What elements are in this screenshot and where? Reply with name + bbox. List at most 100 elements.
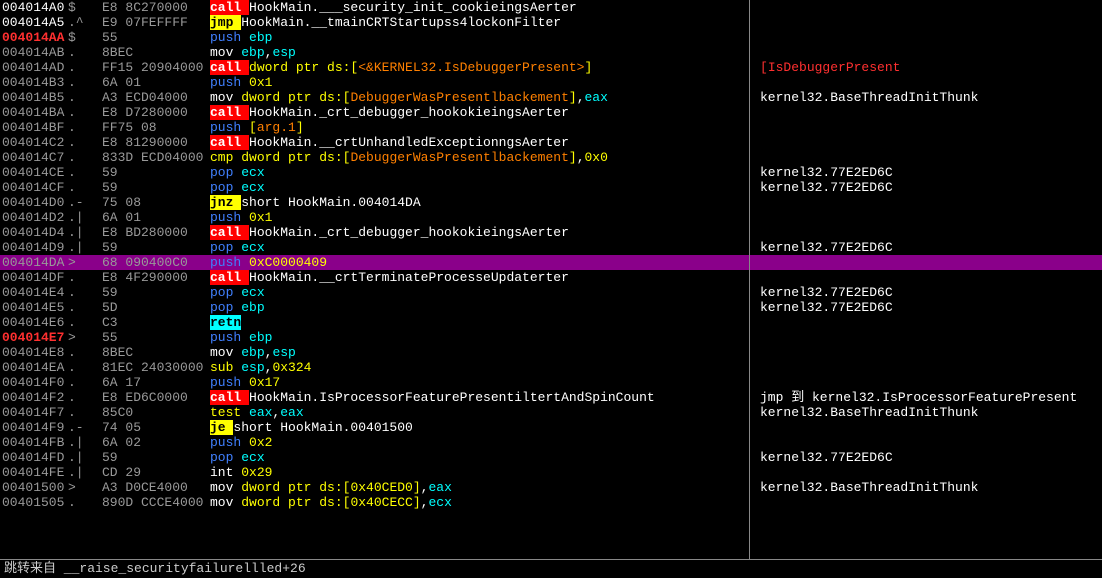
disasm-row[interactable]: 004014FB.| 6A 02push 0x2 [0, 435, 749, 450]
disasm-row[interactable]: 004014FD.| 59pop ecx [0, 450, 749, 465]
disasm-row[interactable]: 004014BA. E8 D7280000call HookMain._crt_… [0, 105, 749, 120]
jump-marker: . [68, 406, 102, 420]
instruction: pop ecx [210, 241, 749, 255]
bytes: 75 08 [102, 196, 210, 210]
bytes: 59 [102, 166, 210, 180]
bytes: A3 ECD04000 [102, 91, 210, 105]
info-cell [750, 375, 1102, 390]
instruction: pop ecx [210, 451, 749, 465]
bytes: 890D CCCE4000 [102, 496, 210, 510]
disasm-row[interactable]: 004014E8. 8BECmov ebp,esp [0, 345, 749, 360]
disasm-row[interactable]: 004014E4. 59pop ecx [0, 285, 749, 300]
bytes: E8 8C270000 [102, 1, 210, 15]
disassembly-pane[interactable]: 004014A0$ E8 8C270000call HookMain.___se… [0, 0, 750, 559]
disasm-row[interactable]: 004014AA$ 55push ebp [0, 30, 749, 45]
bytes: E8 4F290000 [102, 271, 210, 285]
disasm-row[interactable]: 004014CF. 59pop ecx [0, 180, 749, 195]
disasm-row[interactable]: 004014F2. E8 ED6C0000call HookMain.IsPro… [0, 390, 749, 405]
disasm-row[interactable]: 004014D9.| 59pop ecx [0, 240, 749, 255]
jump-marker: .| [68, 241, 102, 255]
instruction: call HookMain._crt_debugger_hookokieings… [210, 226, 749, 240]
disasm-row[interactable]: 004014C2. E8 81290000call HookMain.__crt… [0, 135, 749, 150]
bytes: E9 07FEFFFF [102, 16, 210, 30]
disasm-row[interactable]: 004014D4.| E8 BD280000call HookMain._crt… [0, 225, 749, 240]
info-pane: [IsDebuggerPresentkernel32.BaseThreadIni… [750, 0, 1102, 559]
disasm-row[interactable]: 004014F0. 6A 17push 0x17 [0, 375, 749, 390]
jump-marker: . [68, 301, 102, 315]
address: 004014BA [0, 106, 68, 120]
bytes: E8 D7280000 [102, 106, 210, 120]
bytes: FF15 20904000 [102, 61, 210, 75]
disasm-row[interactable]: 004014E6. C3retn [0, 315, 749, 330]
info-cell [750, 255, 1102, 270]
instruction: call HookMain._crt_debugger_hookokieings… [210, 106, 749, 120]
bytes: 6A 01 [102, 76, 210, 90]
info-cell [750, 0, 1102, 15]
disasm-row[interactable]: 004014AD. FF15 20904000call dword ptr ds… [0, 60, 749, 75]
disasm-row[interactable]: 004014EA. 81EC 24030000sub esp,0x324 [0, 360, 749, 375]
bytes: 8BEC [102, 46, 210, 60]
instruction: push ebp [210, 331, 749, 345]
disasm-row[interactable]: 004014AB. 8BECmov ebp,esp [0, 45, 749, 60]
jump-marker: > [68, 481, 102, 495]
jump-marker: . [68, 346, 102, 360]
jump-marker: . [68, 91, 102, 105]
bytes: 55 [102, 331, 210, 345]
instruction: push [arg.1] [210, 121, 749, 135]
jump-marker: .^ [68, 16, 102, 30]
instruction: push 0x1 [210, 76, 749, 90]
info-cell [750, 270, 1102, 285]
disasm-row[interactable]: 004014E5. 5Dpop ebp [0, 300, 749, 315]
bytes: 833D ECD04000 [102, 151, 210, 165]
jump-marker: > [68, 256, 102, 270]
info-cell [750, 345, 1102, 360]
instruction: retn [210, 316, 749, 330]
disasm-row[interactable]: 004014DF. E8 4F290000call HookMain.__crt… [0, 270, 749, 285]
instruction: call HookMain.__crtUnhandledExceptionngs… [210, 136, 749, 150]
instruction: mov dword ptr ds:[DebuggerWasPresentlbac… [210, 91, 749, 105]
disasm-row[interactable]: 004014BF. FF75 08push [arg.1] [0, 120, 749, 135]
info-cell: kernel32.77E2ED6C [750, 240, 1102, 255]
address: 004014DA [0, 256, 68, 270]
bytes: E8 BD280000 [102, 226, 210, 240]
disasm-row[interactable]: 004014DA> 68 090400C0push 0xC0000409 [0, 255, 749, 270]
disasm-row[interactable]: 004014B5. A3 ECD04000mov dword ptr ds:[D… [0, 90, 749, 105]
disasm-row[interactable]: 004014B3. 6A 01push 0x1 [0, 75, 749, 90]
jump-marker: . [68, 136, 102, 150]
info-cell: [IsDebuggerPresent [750, 60, 1102, 75]
disasm-row[interactable]: 004014CE. 59pop ecx [0, 165, 749, 180]
info-cell [750, 225, 1102, 240]
instruction: pop ecx [210, 181, 749, 195]
instruction: cmp dword ptr ds:[DebuggerWasPresentlbac… [210, 151, 749, 165]
info-cell [750, 150, 1102, 165]
disasm-row[interactable]: 004014A0$ E8 8C270000call HookMain.___se… [0, 0, 749, 15]
info-cell: jmp 到 kernel32.IsProcessorFeaturePresent [750, 390, 1102, 405]
info-cell: kernel32.77E2ED6C [750, 450, 1102, 465]
address: 004014FE [0, 466, 68, 480]
info-cell [750, 465, 1102, 480]
disasm-row[interactable]: 004014E7> 55push ebp [0, 330, 749, 345]
instruction: push ebp [210, 31, 749, 45]
instruction: push 0xC0000409 [210, 256, 749, 270]
address: 004014AA [0, 31, 68, 45]
disasm-row[interactable]: 004014C7. 833D ECD04000cmp dword ptr ds:… [0, 150, 749, 165]
jump-marker: .| [68, 226, 102, 240]
address: 004014CF [0, 181, 68, 195]
disasm-row[interactable]: 004014A5.^ E9 07FEFFFFjmp HookMain.__tma… [0, 15, 749, 30]
instruction: pop ebp [210, 301, 749, 315]
address: 004014FD [0, 451, 68, 465]
address: 004014E7 [0, 331, 68, 345]
disasm-row[interactable]: 004014D0.- 75 08jnz short HookMain.00401… [0, 195, 749, 210]
disasm-row[interactable]: 00401505. 890D CCCE4000mov dword ptr ds:… [0, 495, 749, 510]
disasm-row[interactable]: 004014F9.- 74 05je short HookMain.004015… [0, 420, 749, 435]
disasm-row[interactable]: 004014FE.| CD 29int 0x29 [0, 465, 749, 480]
info-cell: kernel32.77E2ED6C [750, 300, 1102, 315]
info-cell [750, 210, 1102, 225]
info-cell [750, 105, 1102, 120]
disasm-row[interactable]: 00401500> A3 D0CE4000mov dword ptr ds:[0… [0, 480, 749, 495]
disasm-row[interactable]: 004014F7. 85C0test eax,eax [0, 405, 749, 420]
bytes: 59 [102, 286, 210, 300]
disasm-row[interactable]: 004014D2.| 6A 01push 0x1 [0, 210, 749, 225]
bytes: 68 090400C0 [102, 256, 210, 270]
address: 004014E5 [0, 301, 68, 315]
